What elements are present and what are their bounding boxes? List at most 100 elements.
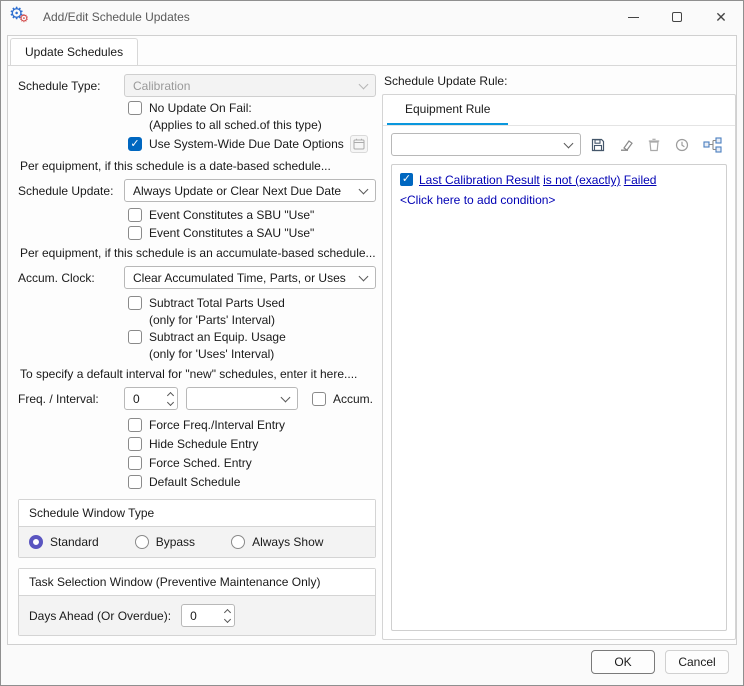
chevron-down-icon	[359, 79, 369, 89]
radio-always-show-label: Always Show	[252, 535, 323, 549]
schedule-window-type-title: Schedule Window Type	[19, 500, 375, 527]
condition-checkbox[interactable]: ✓	[400, 173, 413, 186]
date-based-note: Per equipment, if this schedule is a dat…	[20, 159, 376, 173]
subtract-parts-row[interactable]: Subtract Total Parts Used	[128, 296, 376, 310]
force-freq-row[interactable]: Force Freq./Interval Entry	[128, 418, 376, 432]
days-ahead-value: 0	[190, 609, 225, 623]
force-freq-label: Force Freq./Interval Entry	[149, 418, 285, 432]
ok-button[interactable]: OK	[591, 650, 655, 674]
accum-checkbox[interactable]	[312, 392, 326, 406]
tab-equipment-rule[interactable]: Equipment Rule	[387, 95, 508, 125]
minimize-icon	[628, 17, 639, 18]
system-wide-label: Use System-Wide Due Date Options	[149, 137, 344, 151]
rule-conditions-area[interactable]: ✓ Last Calibration Result is not (exactl…	[391, 164, 727, 631]
main-panel: Update Schedules Schedule Type: Calibrat…	[7, 35, 737, 645]
content-area: Schedule Type: Calibration No Update On …	[8, 66, 736, 644]
force-sched-label: Force Sched. Entry	[149, 456, 252, 470]
chevron-down-icon	[281, 392, 291, 402]
history-clock-icon[interactable]	[671, 134, 693, 156]
days-ahead-spinner[interactable]: 0	[181, 604, 235, 627]
chevron-down-icon	[359, 184, 369, 194]
tab-update-schedules[interactable]: Update Schedules	[10, 38, 138, 65]
sbu-row[interactable]: Event Constitutes a SBU "Use"	[128, 208, 376, 222]
default-schedule-checkbox[interactable]	[128, 475, 142, 489]
force-sched-checkbox[interactable]	[128, 456, 142, 470]
title-bar: ⚙⚙ Add/Edit Schedule Updates ✕	[1, 1, 743, 33]
default-schedule-label: Default Schedule	[149, 475, 240, 489]
right-column: Schedule Update Rule: Equipment Rule	[382, 72, 736, 640]
schedule-type-dropdown[interactable]: Calibration	[124, 74, 376, 97]
condition-operator-link[interactable]: is not (exactly)	[543, 173, 620, 187]
subtract-usage-note: (only for 'Uses' Interval)	[149, 347, 376, 361]
accumulate-note: Per equipment, if this schedule is an ac…	[20, 246, 376, 260]
freq-spinner[interactable]: 0	[124, 387, 178, 410]
system-wide-checkbox[interactable]: ✓	[128, 137, 142, 151]
rule-tree-icon[interactable]	[699, 134, 727, 156]
sbu-checkbox[interactable]	[128, 208, 142, 222]
default-schedule-row[interactable]: Default Schedule	[128, 475, 376, 489]
freq-interval-label: Freq. / Interval:	[18, 392, 124, 406]
maximize-icon	[672, 12, 682, 22]
subtract-usage-label: Subtract an Equip. Usage	[149, 330, 286, 344]
no-update-on-fail-note: (Applies to all sched.of this type)	[149, 118, 376, 132]
hide-schedule-checkbox[interactable]	[128, 437, 142, 451]
no-update-on-fail-checkbox[interactable]	[128, 101, 142, 115]
subtract-parts-note: (only for 'Parts' Interval)	[149, 313, 376, 327]
hide-schedule-row[interactable]: Hide Schedule Entry	[128, 437, 376, 451]
no-update-on-fail-row[interactable]: No Update On Fail:	[128, 101, 376, 115]
sbu-label: Event Constitutes a SBU "Use"	[149, 208, 314, 222]
cancel-button[interactable]: Cancel	[665, 650, 729, 674]
chevron-down-icon	[564, 138, 574, 148]
schedule-update-dropdown[interactable]: Always Update or Clear Next Due Date	[124, 179, 376, 202]
radio-standard[interactable]: Standard	[29, 535, 99, 549]
force-sched-row[interactable]: Force Sched. Entry	[128, 456, 376, 470]
hide-schedule-label: Hide Schedule Entry	[149, 437, 258, 451]
save-icon[interactable]	[587, 134, 609, 156]
add-condition-link[interactable]: <Click here to add condition>	[400, 192, 718, 208]
schedule-window-type-group: Schedule Window Type Standard Bypass	[18, 499, 376, 558]
maximize-button[interactable]	[655, 1, 699, 33]
sau-checkbox[interactable]	[128, 226, 142, 240]
schedule-type-label: Schedule Type:	[18, 79, 124, 93]
radio-bypass[interactable]: Bypass	[135, 535, 195, 549]
no-update-on-fail-label: No Update On Fail:	[149, 101, 252, 115]
interval-note: To specify a default interval for "new" …	[20, 367, 376, 381]
subtract-usage-checkbox[interactable]	[128, 330, 142, 344]
accum-clock-dropdown[interactable]: Clear Accumulated Time, Parts, or Uses	[124, 266, 376, 289]
condition-value-link[interactable]: Failed	[624, 173, 657, 187]
tab-strip: Update Schedules	[8, 36, 736, 66]
subtract-parts-checkbox[interactable]	[128, 296, 142, 310]
system-wide-row[interactable]: ✓ Use System-Wide Due Date Options	[128, 135, 376, 153]
sau-label: Event Constitutes a SAU "Use"	[149, 226, 314, 240]
left-column: Schedule Type: Calibration No Update On …	[14, 72, 376, 640]
task-selection-title: Task Selection Window (Preventive Mainte…	[19, 569, 375, 596]
spinner-arrows-icon[interactable]	[168, 393, 173, 405]
freq-unit-dropdown[interactable]	[186, 387, 298, 410]
erase-icon[interactable]	[615, 134, 637, 156]
rule-panel: Equipment Rule	[382, 94, 736, 640]
subtract-parts-label: Subtract Total Parts Used	[149, 296, 285, 310]
delete-icon[interactable]	[643, 134, 665, 156]
chevron-down-icon	[359, 271, 369, 281]
calendar-icon[interactable]	[350, 135, 368, 153]
schedule-type-value: Calibration	[133, 79, 354, 93]
force-freq-checkbox[interactable]	[128, 418, 142, 432]
schedule-update-rule-label: Schedule Update Rule:	[384, 74, 736, 88]
radio-selected-icon[interactable]	[29, 535, 43, 549]
rule-toolbar	[383, 126, 735, 162]
subtract-usage-row[interactable]: Subtract an Equip. Usage	[128, 330, 376, 344]
radio-always-show[interactable]: Always Show	[231, 535, 323, 549]
accum-clock-value: Clear Accumulated Time, Parts, or Uses	[133, 271, 354, 285]
radio-icon[interactable]	[135, 535, 149, 549]
radio-icon[interactable]	[231, 535, 245, 549]
spinner-arrows-icon[interactable]	[225, 610, 230, 622]
condition-row[interactable]: ✓ Last Calibration Result is not (exactl…	[400, 172, 718, 188]
close-button[interactable]: ✕	[699, 1, 743, 33]
radio-standard-label: Standard	[50, 535, 99, 549]
minimize-button[interactable]	[611, 1, 655, 33]
sau-row[interactable]: Event Constitutes a SAU "Use"	[128, 226, 376, 240]
condition-field-link[interactable]: Last Calibration Result	[419, 173, 540, 187]
schedule-update-label: Schedule Update:	[18, 184, 124, 198]
rule-dropdown[interactable]	[391, 133, 581, 156]
radio-bypass-label: Bypass	[156, 535, 195, 549]
